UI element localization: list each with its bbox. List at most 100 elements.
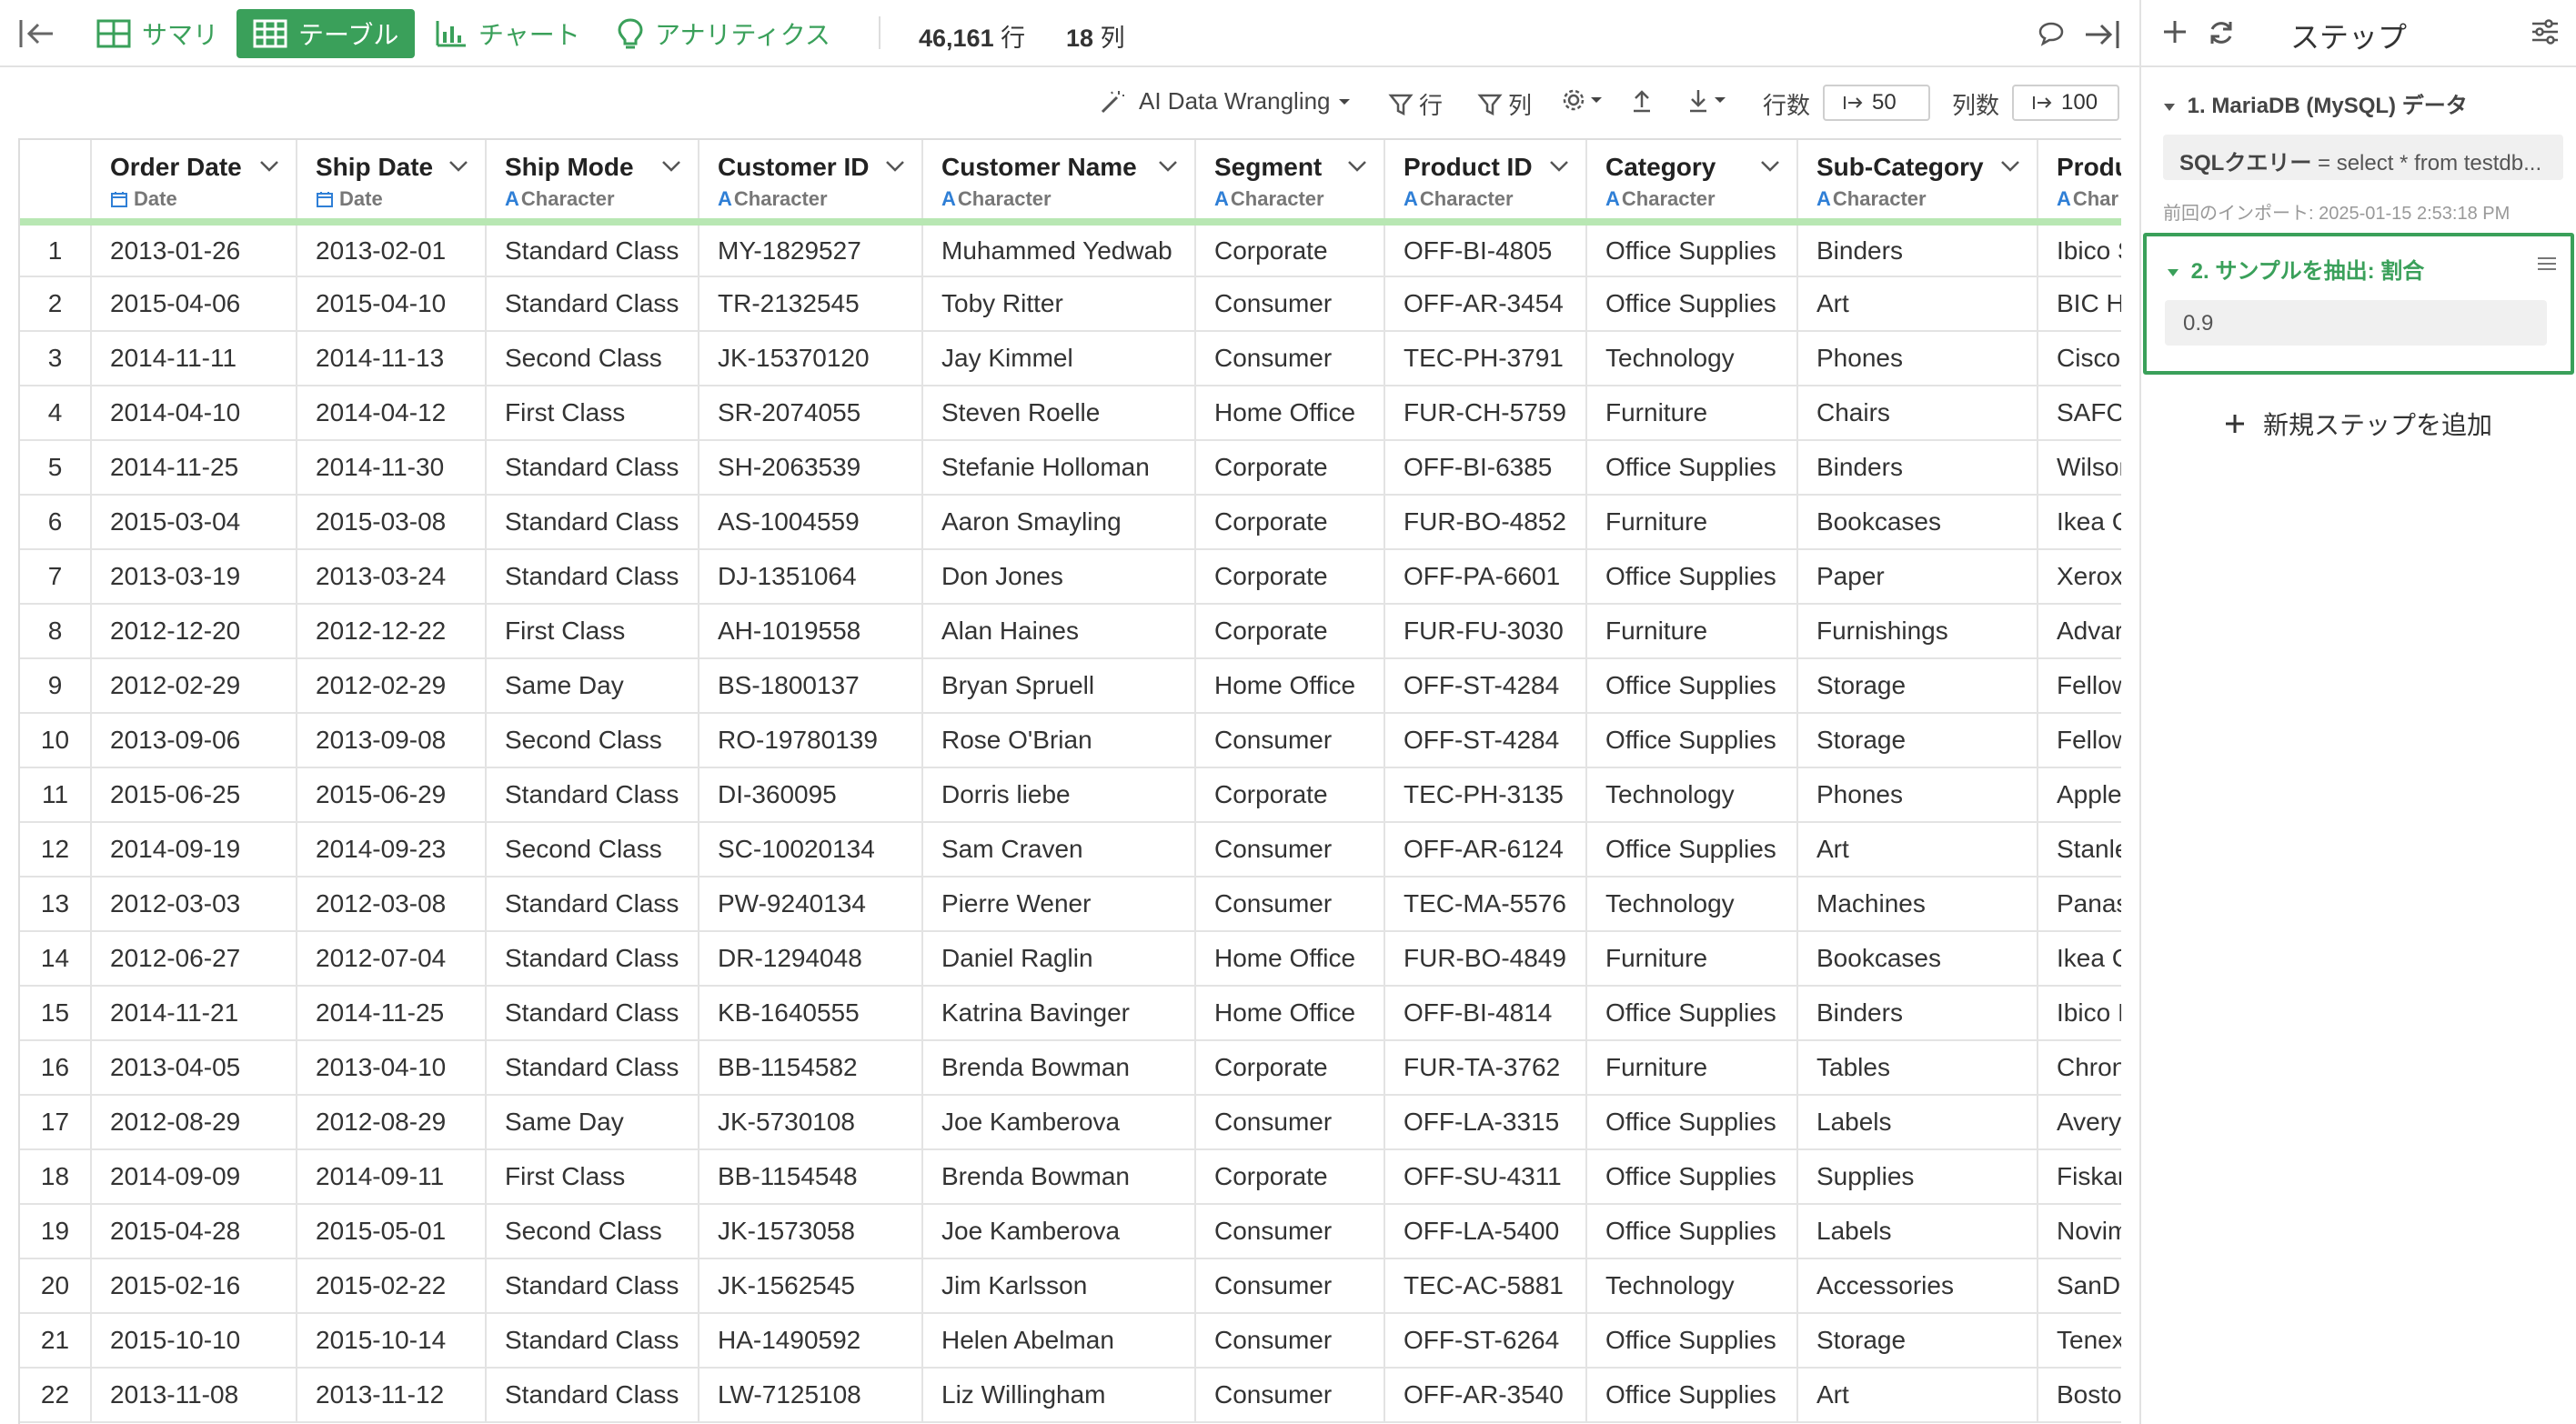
table-cell[interactable]: Brenda Bowman (922, 1149, 1196, 1205)
table-cell[interactable]: 2014-04-12 (297, 386, 487, 441)
comment-icon[interactable] (2038, 20, 2065, 52)
table-cell[interactable]: OFF-BI-4805 (1384, 222, 1587, 277)
row-index[interactable]: 17 (20, 1095, 92, 1150)
table-cell[interactable]: 2013-04-10 (297, 1040, 487, 1096)
table-cell[interactable]: 2015-04-28 (91, 1204, 297, 1259)
table-cell[interactable]: 2015-04-10 (297, 276, 487, 332)
row-index[interactable]: 7 (20, 549, 92, 605)
column-header[interactable]: Sub-Category A Character (1797, 140, 2038, 226)
table-cell[interactable]: Labels (1797, 1204, 2038, 1259)
table-row[interactable]: 14 2012-06-27 2012-07-04 Standard Class DR-1… (20, 931, 2121, 987)
table-cell[interactable]: Bookcases (1797, 931, 2038, 987)
table-cell[interactable]: Furniture (1586, 1040, 1798, 1096)
table-cell[interactable]: Second Class (486, 1204, 699, 1259)
table-cell[interactable]: OFF-PA-6601 (1384, 549, 1587, 605)
row-filter-button[interactable]: 行 (1388, 87, 1443, 121)
table-cell[interactable]: 2013-02-01 (297, 222, 487, 277)
table-row[interactable]: 16 2013-04-05 2013-04-10 Standard Class BB-1… (20, 1040, 2121, 1096)
row-index[interactable]: 10 (20, 713, 92, 768)
table-cell[interactable]: 2013-03-24 (297, 549, 487, 605)
chevron-down-icon[interactable] (1347, 160, 1367, 173)
table-cell[interactable]: Standard Class (486, 877, 699, 932)
table-cell[interactable]: 2012-03-08 (297, 877, 487, 932)
table-cell[interactable]: Storage (1797, 658, 2038, 714)
download-menu-button[interactable] (1686, 87, 1726, 113)
table-cell[interactable]: Aaron Smayling (922, 495, 1196, 550)
row-index[interactable]: 5 (20, 440, 92, 496)
table-cell[interactable]: Standard Class (486, 1259, 699, 1314)
table-row[interactable]: 4 2014-04-10 2014-04-12 First Class SR-20740… (20, 386, 2121, 441)
table-cell[interactable]: Second Class (486, 713, 699, 768)
table-cell[interactable]: Standard Class (486, 986, 699, 1041)
row-index[interactable]: 19 (20, 1204, 92, 1259)
table-cell[interactable]: Bookcases (1797, 495, 2038, 550)
table-row[interactable]: 6 2015-03-04 2015-03-08 Standard Class AS-10… (20, 495, 2121, 550)
table-row[interactable]: 22 2013-11-08 2013-11-12 Standard Class LW-7… (20, 1368, 2121, 1423)
table-cell[interactable]: Storage (1797, 1313, 2038, 1369)
table-cell[interactable]: Home Office (1195, 386, 1385, 441)
table-row[interactable]: 19 2015-04-28 2015-05-01 Second Class JK-157… (20, 1204, 2121, 1259)
column-header[interactable]: Produ AChar (2038, 140, 2121, 226)
table-cell[interactable]: OFF-AR-6124 (1384, 822, 1587, 877)
table-cell[interactable]: 2014-09-09 (91, 1149, 297, 1205)
step-2-header[interactable]: 2. サンプルを抽出: 割合 (2167, 253, 2424, 285)
table-cell[interactable]: Bryan Spruell (922, 658, 1196, 714)
table-cell[interactable]: Wilsor (2038, 440, 2121, 496)
chevron-down-icon[interactable] (448, 160, 468, 173)
table-cell[interactable]: Standard Class (486, 767, 699, 823)
table-cell[interactable]: Ibico I (2038, 986, 2121, 1041)
table-cell[interactable]: 2014-11-11 (91, 331, 297, 386)
table-cell[interactable]: 2015-03-04 (91, 495, 297, 550)
table-cell[interactable]: Consumer (1195, 822, 1385, 877)
table-cell[interactable]: BB-1154548 (699, 1149, 923, 1205)
table-cell[interactable]: SC-10020134 (699, 822, 923, 877)
table-cell[interactable]: Steven Roelle (922, 386, 1196, 441)
table-cell[interactable]: Standard Class (486, 495, 699, 550)
column-header[interactable]: Category A Character (1586, 140, 1798, 226)
table-cell[interactable]: Chairs (1797, 386, 2038, 441)
table-cell[interactable]: Pierre Wener (922, 877, 1196, 932)
cols-limit-input[interactable]: 100 (2012, 85, 2119, 121)
table-cell[interactable]: OFF-ST-6264 (1384, 1313, 1587, 1369)
table-row[interactable]: 18 2014-09-09 2014-09-11 First Class BB-1154… (20, 1149, 2121, 1205)
chevron-down-icon[interactable] (1158, 160, 1178, 173)
row-index[interactable]: 2 (20, 276, 92, 332)
tab-chart[interactable]: チャート (418, 9, 597, 58)
table-cell[interactable]: Cisco (2038, 331, 2121, 386)
table-cell[interactable]: 2013-01-26 (91, 222, 297, 277)
table-cell[interactable]: 2015-06-29 (297, 767, 487, 823)
tab-summary[interactable]: サマリ (80, 9, 235, 58)
table-cell[interactable]: First Class (486, 386, 699, 441)
table-cell[interactable]: SH-2063539 (699, 440, 923, 496)
chevron-down-icon[interactable] (1760, 160, 1780, 173)
column-header[interactable]: Product ID A Character (1384, 140, 1587, 226)
table-cell[interactable]: Avery (2038, 1095, 2121, 1150)
row-index[interactable]: 22 (20, 1368, 92, 1423)
table-cell[interactable]: Furniture (1586, 495, 1798, 550)
table-cell[interactable]: 2014-04-10 (91, 386, 297, 441)
table-row[interactable]: 5 2014-11-25 2014-11-30 Standard Class SH-20… (20, 440, 2121, 496)
table-cell[interactable]: Art (1797, 276, 2038, 332)
table-cell[interactable]: FUR-CH-5759 (1384, 386, 1587, 441)
table-cell[interactable]: 2013-04-05 (91, 1040, 297, 1096)
table-cell[interactable]: Phones (1797, 331, 2038, 386)
table-cell[interactable]: 2014-09-11 (297, 1149, 487, 1205)
table-cell[interactable]: Consumer (1195, 276, 1385, 332)
table-cell[interactable]: Apple (2038, 767, 2121, 823)
table-cell[interactable]: JK-5730108 (699, 1095, 923, 1150)
table-cell[interactable]: 2013-09-08 (297, 713, 487, 768)
table-cell[interactable]: Corporate (1195, 767, 1385, 823)
row-index[interactable]: 18 (20, 1149, 92, 1205)
table-cell[interactable]: Tables (1797, 1040, 2038, 1096)
table-cell[interactable]: OFF-SU-4311 (1384, 1149, 1587, 1205)
table-row[interactable]: 7 2013-03-19 2013-03-24 Standard Class DJ-13… (20, 549, 2121, 605)
table-cell[interactable]: 2015-10-10 (91, 1313, 297, 1369)
table-cell[interactable]: DJ-1351064 (699, 549, 923, 605)
table-cell[interactable]: Novim (2038, 1204, 2121, 1259)
table-cell[interactable]: TEC-AC-5881 (1384, 1259, 1587, 1314)
table-cell[interactable]: OFF-BI-6385 (1384, 440, 1587, 496)
table-cell[interactable]: Office Supplies (1586, 713, 1798, 768)
row-index[interactable]: 6 (20, 495, 92, 550)
table-row[interactable]: 15 2014-11-21 2014-11-25 Standard Class KB-1… (20, 986, 2121, 1041)
table-cell[interactable]: Consumer (1195, 331, 1385, 386)
